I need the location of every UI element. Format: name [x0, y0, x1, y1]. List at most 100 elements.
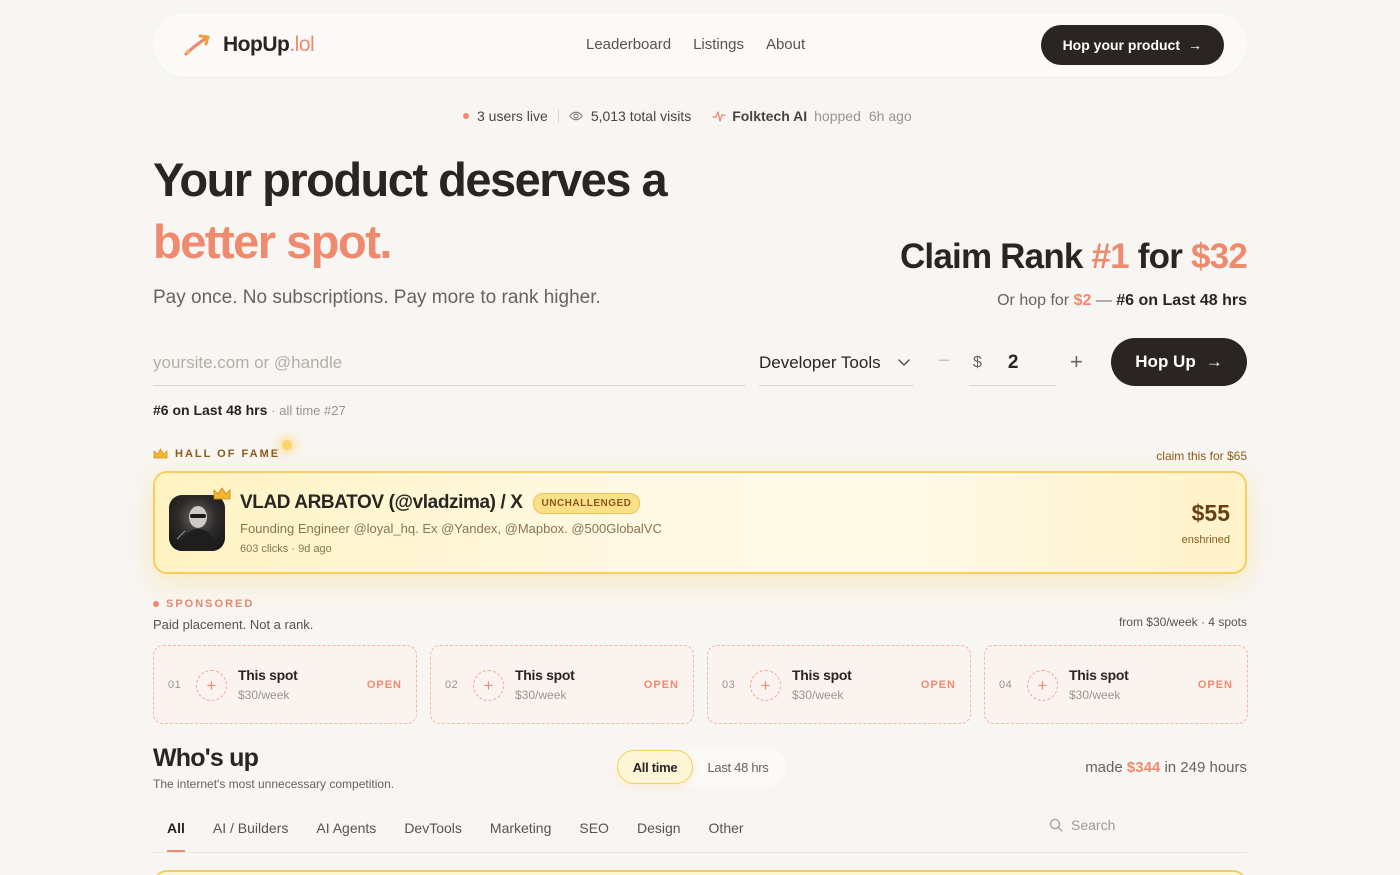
avatar — [169, 495, 225, 551]
rocket-arrow-icon — [184, 34, 210, 56]
chevron-down-icon — [898, 358, 910, 366]
plus-icon: + — [750, 670, 781, 701]
spot-status: OPEN — [920, 679, 956, 691]
live-dot-icon — [463, 113, 469, 119]
tab-other[interactable]: Other — [695, 820, 758, 852]
hero-title-line2: better spot. — [153, 215, 392, 268]
amount-field[interactable]: $ 2 — [969, 340, 1056, 386]
sponsored-label: SPONSORED — [153, 598, 254, 610]
spot-status: OPEN — [366, 679, 402, 691]
hall-of-fame-card[interactable]: VLAD ARBATOV (@vladzima) / X UNCHALLENGE… — [153, 471, 1247, 574]
spot-number: 01 — [168, 679, 182, 691]
rank-preview: #6 on Last 48 hrs · all time #27 — [153, 402, 346, 418]
activity-icon — [712, 111, 726, 122]
hero-subtitle: Pay once. No subscriptions. Pay more to … — [153, 287, 601, 308]
spot-price: $30/week — [238, 688, 290, 702]
sponsored-pricing: from $30/week · 4 spots — [1118, 615, 1247, 629]
claim-hall-of-fame-link[interactable]: claim this for $65 — [1156, 449, 1247, 463]
spot-status: OPEN — [1197, 679, 1233, 691]
claim-rank-heading: Claim Rank #1 for $32 — [899, 237, 1248, 276]
increase-amount-button[interactable]: + — [1070, 349, 1083, 375]
spot-title: This spot — [238, 667, 298, 683]
search-icon — [1049, 818, 1063, 832]
toggle-all-time[interactable]: All time — [617, 750, 693, 784]
crown-icon — [153, 448, 168, 459]
time-range-toggle: All time Last 48 hrs — [614, 747, 786, 787]
leaderboard-first-row[interactable] — [153, 870, 1247, 875]
search-input[interactable]: Search — [1049, 817, 1115, 833]
tab-seo[interactable]: SEO — [565, 820, 623, 852]
hero-title-line1: Your product deserves a — [153, 153, 668, 206]
live-status-bar: 3 users live 5,013 total visits Folktech… — [463, 108, 912, 124]
tab-marketing[interactable]: Marketing — [476, 820, 565, 852]
hop-your-product-button[interactable]: Hop your product → — [1040, 25, 1224, 65]
spot-status: OPEN — [643, 679, 679, 691]
hop-up-button[interactable]: Hop Up → — [1111, 338, 1247, 386]
tab-ai-builders[interactable]: AI / Builders — [199, 820, 302, 852]
arrow-right-icon: → — [1205, 352, 1223, 371]
logo[interactable]: HopUp.lol — [183, 32, 315, 58]
hall-of-fame-price-label: enshrined — [1181, 534, 1230, 546]
logo-text: HopUp.lol — [223, 33, 315, 56]
leaderboard-title: Who's up — [153, 744, 259, 772]
hall-of-fame-bio: Founding Engineer @loyal_hq. Ex @Yandex,… — [240, 521, 662, 536]
users-live: 3 users live — [477, 108, 548, 124]
hall-of-fame-name: VLAD ARBATOV (@vladzima) / X UNCHALLENGE… — [240, 492, 641, 514]
nav-links: Leaderboard Listings About — [586, 36, 805, 53]
avatar-portrait-icon — [176, 506, 217, 551]
sponsored-spot[interactable]: 03 + This spot $30/week OPEN — [707, 645, 971, 724]
plus-icon: + — [473, 670, 504, 701]
tab-design[interactable]: Design — [623, 820, 695, 852]
sponsored-dot-icon — [153, 601, 159, 607]
category-tabs: All AI / Builders AI Agents DevTools Mar… — [153, 820, 758, 852]
toggle-last-48-hrs[interactable]: Last 48 hrs — [693, 750, 783, 784]
tab-all[interactable]: All — [153, 820, 199, 852]
divider — [557, 109, 559, 123]
top-nav: HopUp.lol Leaderboard Listings About Hop… — [153, 13, 1247, 77]
tab-devtools[interactable]: DevTools — [390, 820, 476, 852]
category-select[interactable]: Developer Tools — [759, 340, 914, 386]
tabs-divider — [153, 852, 1247, 853]
plus-icon: + — [196, 670, 227, 701]
nav-leaderboard-link[interactable]: Leaderboard — [586, 36, 671, 53]
spot-number: 04 — [999, 679, 1013, 691]
amount-value: 2 — [1007, 351, 1019, 373]
total-visits: 5,013 total visits — [590, 108, 692, 124]
spot-title: This spot — [515, 667, 575, 683]
sponsored-spot[interactable]: 02 + This spot $30/week OPEN — [430, 645, 694, 724]
tab-ai-agents[interactable]: AI Agents — [302, 820, 390, 852]
sponsored-spots: 01 + This spot $30/week OPEN 02 + This s… — [153, 645, 1248, 724]
recent-hopper[interactable]: Folktech AI — [732, 108, 807, 124]
spot-price: $30/week — [1069, 688, 1121, 702]
nav-listings-link[interactable]: Listings — [693, 36, 744, 53]
sponsored-subtitle: Paid placement. Not a rank. — [153, 617, 314, 632]
earnings-summary: made $344 in 249 hours — [1085, 759, 1247, 776]
hall-of-fame-price: $55 — [1191, 500, 1230, 526]
leaderboard-subtitle: The internet's most unnecessary competit… — [153, 777, 395, 791]
spot-title: This spot — [792, 667, 852, 683]
currency-symbol: $ — [973, 353, 982, 371]
hall-of-fame-label: HALL OF FAME — [153, 448, 280, 460]
divider — [701, 109, 702, 123]
spot-title: This spot — [1069, 667, 1129, 683]
claim-rank-subtitle: Or hop for $2 — #6 on Last 48 hrs — [997, 292, 1247, 309]
eye-icon — [569, 111, 583, 121]
sponsored-spot[interactable]: 04 + This spot $30/week OPEN — [984, 645, 1248, 724]
spot-number: 03 — [722, 679, 736, 691]
hall-of-fame-meta: 603 clicks · 9d ago — [240, 543, 332, 555]
nav-about-link[interactable]: About — [766, 36, 805, 53]
search-placeholder: Search — [1071, 817, 1116, 833]
decrease-amount-button[interactable]: − — [938, 350, 950, 373]
sponsored-spot[interactable]: 01 + This spot $30/week OPEN — [153, 645, 417, 724]
arrow-right-icon: → — [1188, 37, 1202, 53]
spot-price: $30/week — [515, 688, 567, 702]
spot-number: 02 — [445, 679, 459, 691]
recent-action: hopped — [814, 108, 861, 124]
unchallenged-badge: UNCHALLENGED — [532, 492, 641, 514]
recent-time: 6h ago — [868, 108, 912, 124]
spot-price: $30/week — [792, 688, 844, 702]
url-input[interactable] — [153, 340, 746, 386]
sparkle-decoration — [282, 440, 292, 450]
crown-icon — [213, 487, 231, 500]
plus-icon: + — [1027, 670, 1058, 701]
